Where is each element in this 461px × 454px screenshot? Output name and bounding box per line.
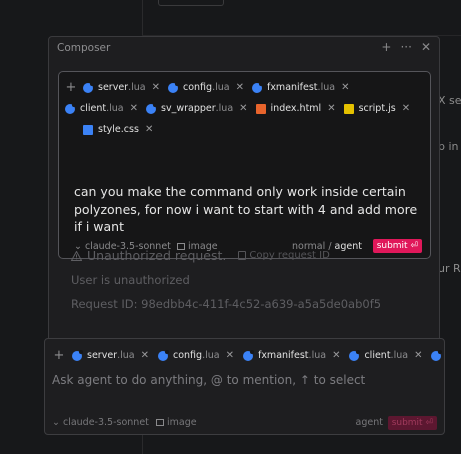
model-selector[interactable]: ⌄ claude-3.5-sonnet: [52, 417, 149, 428]
context-chip-client-lua[interactable]: client .lua ✕: [65, 100, 140, 117]
lua-file-icon: [431, 349, 443, 361]
context-chip-script-js[interactable]: script.js ✕: [343, 100, 412, 117]
chip-label: client: [80, 103, 107, 114]
remove-chip-icon[interactable]: ✕: [130, 103, 138, 114]
remove-chip-icon[interactable]: ✕: [226, 350, 234, 361]
editor-tab-stub: [158, 0, 224, 6]
chip-ext: .lua: [117, 350, 135, 361]
background-text: ur Ra: [438, 262, 461, 275]
context-chip-style-css[interactable]: style.css ✕: [83, 121, 155, 138]
remove-chip-icon[interactable]: ✕: [141, 350, 149, 361]
composer-panel: Composer + ··· ✕ + server .lua ✕ config .l…: [48, 36, 440, 346]
copy-icon: [238, 251, 247, 260]
context-chip-sv-wrapper-lua[interactable]: sv_wrapper .lua ✕: [146, 100, 250, 117]
submit-button[interactable]: submit ⏎: [372, 239, 422, 253]
request-id: Request ID: 98edbb4c-411f-4c52-a639-a5a5…: [71, 297, 382, 311]
chip-label: fxmanifest: [266, 82, 318, 93]
chip-label: fxmanifest: [257, 350, 309, 361]
chip-label: config: [182, 82, 213, 93]
input-footer: ⌄ claude-3.5-sonnet image agent submit ⏎: [52, 416, 437, 430]
context-chip-config-lua[interactable]: config .lua ✕: [167, 79, 246, 96]
chat-input-panel: + server .lua ✕ config .lua ✕ fxmanifest .l…: [44, 338, 445, 435]
mode-agent[interactable]: agent: [356, 417, 383, 428]
chip-ext: .lua: [390, 350, 409, 361]
css-file-icon: [83, 124, 93, 135]
remove-chip-icon[interactable]: ✕: [341, 82, 349, 93]
add-context-icon[interactable]: +: [65, 79, 77, 96]
copy-request-id-button[interactable]: Copy request ID: [238, 250, 330, 261]
context-chip-fxmanifest-lua[interactable]: fxmanifest .lua ✕: [251, 79, 351, 96]
context-chip-server-lua[interactable]: server .lua ✕: [83, 79, 162, 96]
chip-ext: .lua: [202, 350, 220, 361]
error-detail: User is unauthorized: [71, 273, 190, 287]
html-file-icon: [255, 103, 266, 114]
chip-label: server: [87, 350, 118, 361]
lua-file-icon: [242, 349, 254, 361]
lua-file-icon: [157, 349, 169, 361]
lua-file-icon: [65, 102, 76, 114]
lua-file-icon: [251, 81, 263, 93]
context-chip-list: + server .lua ✕ config .lua ✕ fxmanifest .l…: [65, 79, 427, 138]
context-chip-client-lua[interactable]: client .lua ✕: [349, 347, 424, 364]
error-title: Unauthorized request. Copy request ID: [71, 248, 330, 263]
remove-chip-icon[interactable]: ✕: [145, 124, 153, 135]
chip-ext: .lua: [215, 103, 234, 114]
lua-file-icon: [83, 81, 94, 93]
context-chip-overflow[interactable]: [431, 347, 444, 364]
context-chip-fxmanifest-lua[interactable]: fxmanifest .lua ✕: [242, 347, 342, 364]
context-chip-index-html[interactable]: index.html ✕: [255, 100, 338, 117]
chip-label: script.js: [358, 103, 396, 114]
remove-chip-icon[interactable]: ✕: [152, 82, 160, 93]
image-button[interactable]: image: [156, 417, 197, 428]
new-chat-icon[interactable]: +: [381, 40, 391, 54]
submit-button[interactable]: submit ⏎: [387, 416, 437, 430]
chip-label: server: [98, 82, 129, 93]
remove-chip-icon[interactable]: ✕: [332, 350, 340, 361]
js-file-icon: [343, 103, 354, 114]
close-icon[interactable]: ✕: [421, 40, 431, 54]
add-context-icon[interactable]: +: [53, 347, 65, 364]
background-text: X se: [438, 94, 461, 107]
remove-chip-icon[interactable]: ✕: [414, 350, 422, 361]
more-options-icon[interactable]: ···: [400, 40, 411, 54]
context-chip-server-lua[interactable]: server .lua ✕: [72, 347, 151, 364]
chip-ext: .lua: [106, 103, 124, 114]
chip-label: style.css: [98, 124, 139, 135]
input-context-chips: + server .lua ✕ config .lua ✕ fxmanifest .l…: [53, 347, 444, 364]
error-title-text: Unauthorized request.: [87, 248, 227, 263]
composer-header-actions: + ··· ✕: [381, 40, 431, 54]
chat-input[interactable]: Ask agent to do anything, @ to mention, …: [52, 373, 365, 387]
lua-file-icon: [349, 349, 361, 361]
chip-label: client: [364, 350, 391, 361]
remove-chip-icon[interactable]: ✕: [239, 103, 247, 114]
chip-ext: .lua: [308, 350, 327, 361]
lua-file-icon: [72, 349, 83, 361]
user-message-text: can you make the command only work insid…: [74, 184, 418, 234]
composer-title: Composer: [57, 42, 111, 54]
chip-label: sv_wrapper: [161, 103, 216, 114]
warning-icon: [71, 250, 82, 261]
mode-agent[interactable]: agent: [335, 241, 362, 252]
chip-label: config: [172, 350, 203, 361]
remove-chip-icon[interactable]: ✕: [236, 82, 244, 93]
image-icon: [156, 419, 164, 426]
remove-chip-icon[interactable]: ✕: [327, 103, 335, 114]
user-message-card[interactable]: + server .lua ✕ config .lua ✕ fxmanifest .l…: [58, 71, 431, 259]
lua-file-icon: [146, 102, 157, 114]
context-chip-config-lua[interactable]: config .lua ✕: [157, 347, 236, 364]
background-text: p in: [438, 140, 459, 153]
composer-header: Composer + ··· ✕: [49, 37, 439, 59]
chip-ext: .lua: [317, 82, 336, 93]
chip-ext: .lua: [128, 82, 146, 93]
lua-file-icon: [167, 81, 179, 93]
chip-ext: .lua: [212, 82, 230, 93]
image-label: image: [167, 417, 197, 428]
chip-label: index.html: [270, 103, 322, 114]
copy-request-id-label: Copy request ID: [249, 250, 330, 261]
remove-chip-icon[interactable]: ✕: [402, 103, 410, 114]
